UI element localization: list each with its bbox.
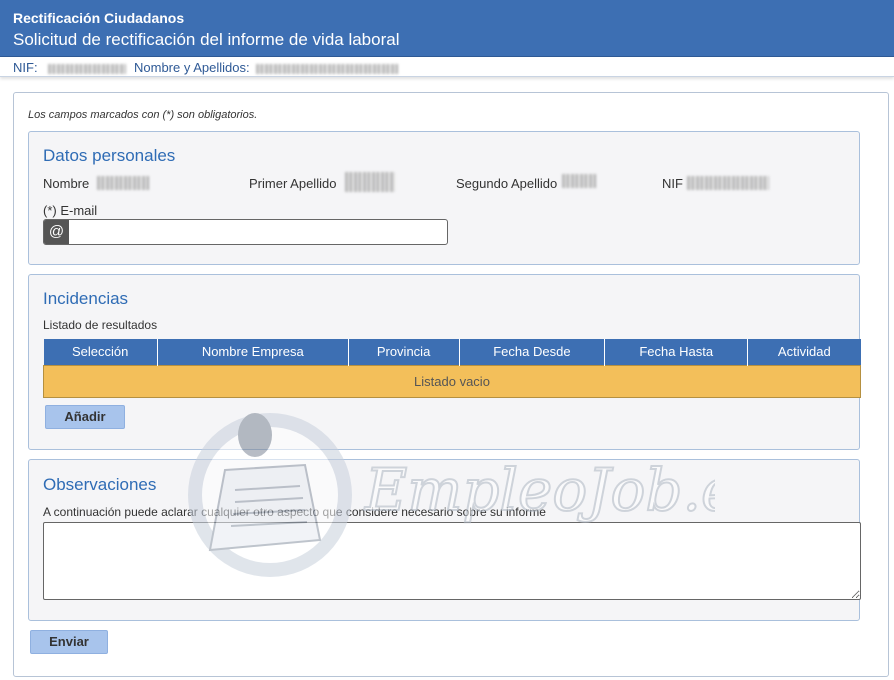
column-fecha-hasta[interactable]: Fecha Hasta [604,339,749,365]
segundo-apellido-redacted [562,172,596,188]
column-nombre-empresa[interactable]: Nombre Empresa [157,339,349,365]
add-button[interactable]: Añadir [45,405,125,429]
segundo-apellido-label: Segundo Apellido [456,176,558,191]
incidencias-table: Selección Nombre Empresa Provincia Fecha… [43,339,861,398]
column-fecha-desde[interactable]: Fecha Desde [459,339,606,365]
email-label: (*) E-mail [43,203,98,218]
results-list-label: Listado de resultados [43,318,158,332]
primer-apellido-label: Primer Apellido [249,176,337,191]
submit-button[interactable]: Enviar [30,630,108,654]
personal-data-panel: Datos personales Nombre Primer Apellido … [28,131,860,265]
name-label: Nombre y Apellidos: [134,60,250,75]
observaciones-textarea[interactable] [43,522,861,600]
nif-redacted [48,60,126,75]
nombre-value-redacted [97,174,149,190]
column-provincia[interactable]: Provincia [348,339,460,365]
at-icon: @ [44,220,69,244]
app-header: Rectificación Ciudadanos Solicitud de re… [0,0,894,57]
email-field[interactable]: @ [43,219,448,245]
table-row: Listado vacio [43,364,861,398]
app-title: Rectificación Ciudadanos [13,10,185,26]
empty-list-message: Listado vacio [43,364,861,398]
column-seleccion[interactable]: Selección [43,339,158,365]
personal-data-title: Datos personales [43,146,176,165]
name-redacted [256,60,398,75]
page-title: Solicitud de rectificación del informe d… [13,30,400,49]
table-header-row: Selección Nombre Empresa Provincia Fecha… [43,339,861,365]
required-fields-note: Los campos marcados con (*) son obligato… [28,109,258,121]
incidencias-panel: Incidencias Listado de resultados Selecc… [28,274,861,450]
request-form: Los campos marcados con (*) son obligato… [13,92,889,677]
column-actividad[interactable]: Actividad [747,339,861,365]
observaciones-hint: A continuación puede aclarar cualquier o… [43,505,546,519]
nif-personal-redacted [687,174,769,190]
nif-label: NIF: [13,60,38,75]
nombre-label: Nombre [43,176,90,191]
primer-apellido-redacted [345,172,395,192]
observaciones-panel: Observaciones A continuación puede aclar… [28,459,861,621]
nif-personal-label: NIF [662,176,683,191]
identity-bar: NIF: Nombre y Apellidos: [0,57,894,77]
observaciones-title: Observaciones [43,475,157,494]
incidencias-title: Incidencias [43,289,129,308]
